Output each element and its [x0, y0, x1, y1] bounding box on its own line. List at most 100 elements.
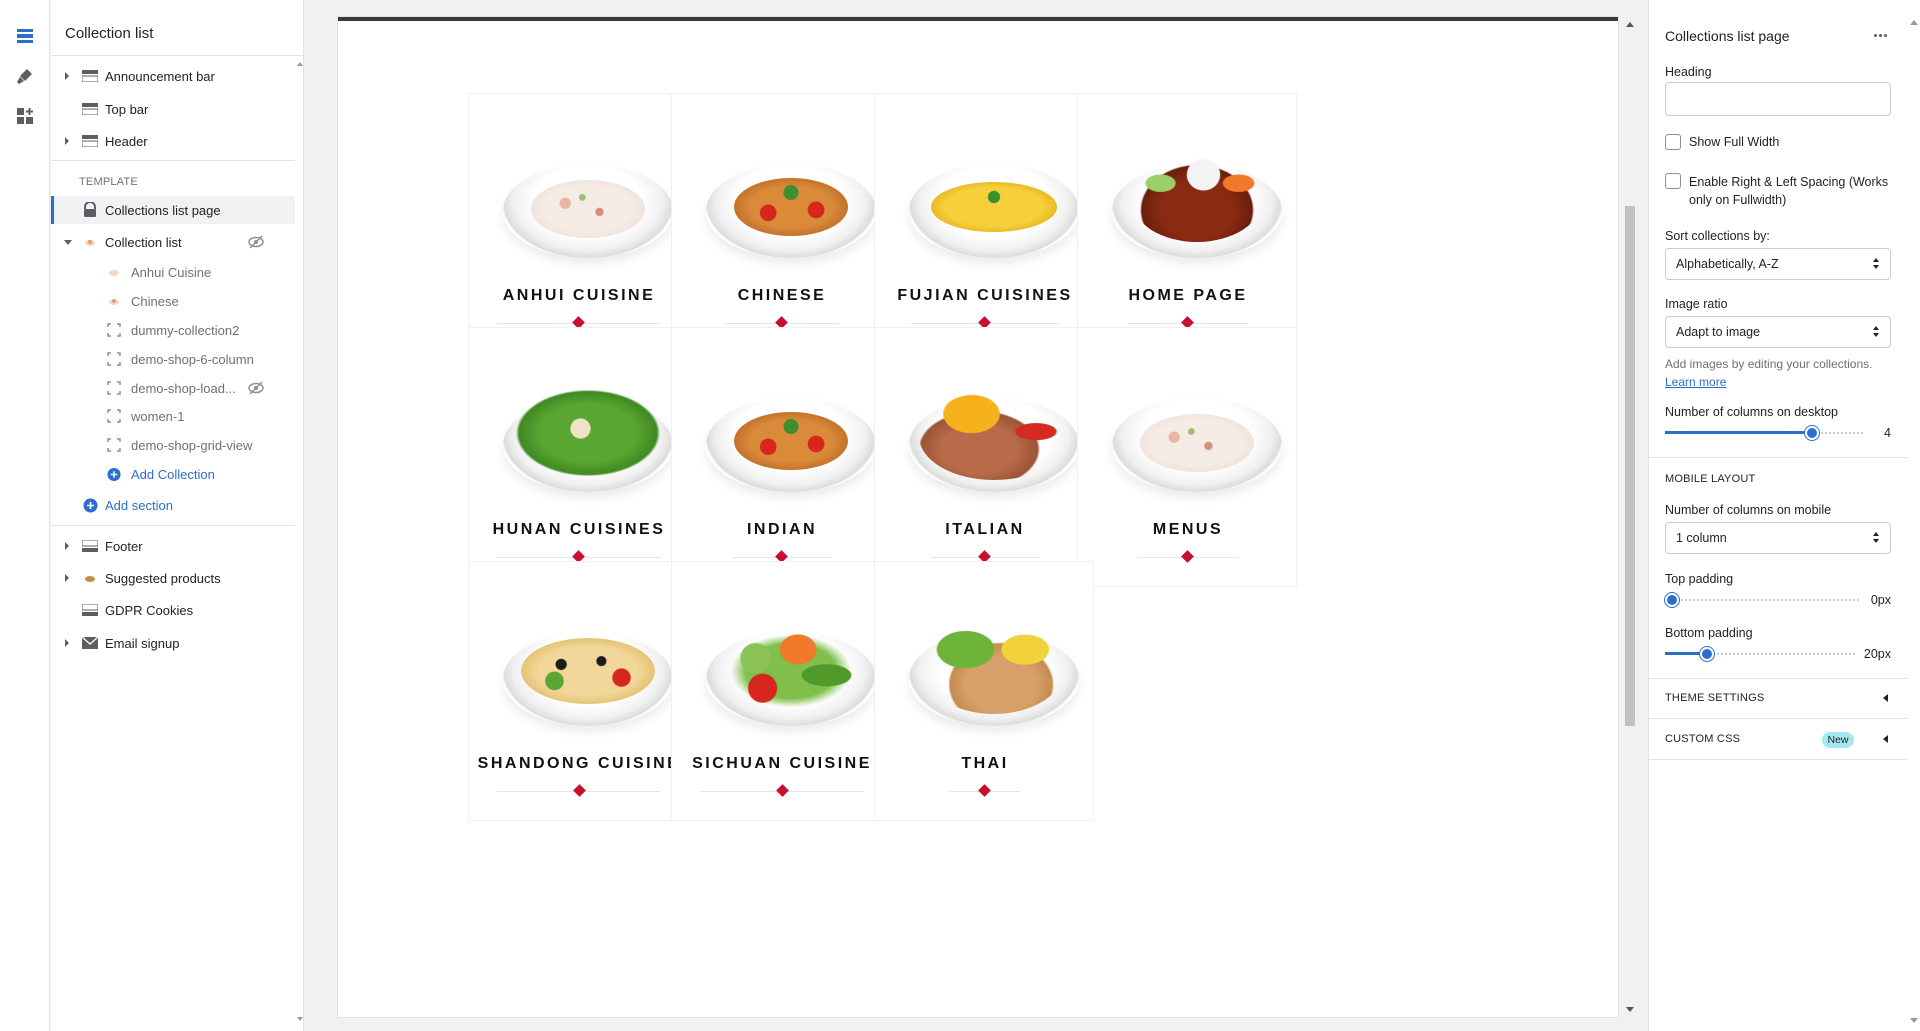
sidebar-item-collection-list[interactable]: Collection list	[51, 228, 295, 256]
sections-sidebar: Collection list Announcement bar Top bar…	[51, 0, 304, 1031]
divider	[1649, 678, 1908, 679]
caret-right-icon[interactable]	[65, 542, 69, 550]
collection-item-demo-shop-load[interactable]: demo-shop-load...	[51, 374, 295, 402]
sidebar-item-announcement-bar[interactable]: Announcement bar	[51, 62, 295, 90]
plus-circle-icon	[81, 498, 99, 512]
scrollbar-thumb[interactable]	[1625, 206, 1635, 726]
collection-thumb-icon	[107, 294, 121, 308]
sidebar-item-collections-list-page[interactable]: Collections list page	[51, 196, 295, 224]
slider-knob[interactable]	[1665, 593, 1679, 607]
caret-right-icon[interactable]	[65, 574, 69, 582]
collection-card[interactable]: HOME PAGE	[1077, 93, 1297, 353]
scroll-up-icon[interactable]	[1910, 20, 1918, 25]
collection-card[interactable]: ITALIAN	[874, 327, 1094, 587]
diamond-icon	[776, 784, 789, 797]
add-section-button[interactable]: Add section	[51, 491, 295, 519]
caret-down-icon[interactable]	[64, 239, 72, 245]
caret-right-icon[interactable]	[65, 137, 69, 145]
more-options-icon[interactable]	[1867, 26, 1893, 44]
sidebar-item-label: Collections list page	[105, 202, 221, 218]
collection-title: SICHUAN CUISINE	[692, 755, 872, 772]
scroll-down-icon[interactable]	[1626, 1007, 1634, 1012]
collection-card[interactable]: ANHUI CUISINE	[468, 93, 688, 353]
collection-card[interactable]: SICHUAN CUISINE	[671, 561, 891, 821]
collection-thumb-icon	[107, 265, 121, 279]
scroll-down-icon[interactable]	[1910, 1018, 1918, 1023]
collection-card[interactable]: FUJIAN CUISINES	[874, 93, 1094, 353]
eye-hidden-icon[interactable]	[247, 235, 265, 249]
preview-area: ANHUI CUISINE CHINESE FUJIAN CUISINES HO…	[305, 0, 1692, 1031]
collection-card[interactable]: MENUS	[1077, 327, 1297, 587]
sidebar-item-footer[interactable]: Footer	[51, 532, 295, 560]
scroll-up-icon[interactable]	[297, 62, 303, 66]
image-ratio-value: Adapt to image	[1676, 325, 1761, 339]
collection-card[interactable]: CHINESE	[671, 93, 891, 353]
collection-title: THAI	[961, 755, 1009, 772]
preview-scrollbar[interactable]	[1619, 16, 1641, 1018]
caret-right-icon[interactable]	[65, 72, 69, 80]
select-arrows-icon	[1872, 532, 1880, 544]
sidebar-item-label: Suggested products	[105, 570, 221, 586]
show-full-width-checkbox[interactable]	[1665, 134, 1681, 150]
columns-desktop-value: 4	[1884, 426, 1891, 440]
collection-title: ANHUI CUISINE	[502, 287, 656, 304]
add-section-label: Add section	[105, 497, 173, 513]
top-padding-slider[interactable]	[1665, 592, 1861, 608]
collection-item-label: demo-shop-grid-view	[131, 437, 253, 453]
collapse-left-icon[interactable]	[1883, 694, 1888, 702]
sidebar-item-label: Top bar	[105, 101, 149, 117]
sidebar-item-header[interactable]: Header	[51, 127, 295, 155]
new-badge: New	[1822, 732, 1854, 748]
heading-input[interactable]	[1665, 82, 1891, 116]
scroll-down-icon[interactable]	[297, 1017, 303, 1021]
section-icon	[81, 69, 99, 83]
sidebar-scrollbar[interactable]	[296, 56, 304, 1031]
collection-card[interactable]: HUNAN CUISINES	[468, 327, 688, 587]
divider	[51, 55, 304, 56]
scroll-up-icon[interactable]	[1626, 22, 1634, 27]
slider-knob[interactable]	[1805, 426, 1819, 440]
diamond-icon	[1181, 550, 1194, 563]
collection-item-demo-shop-grid-view[interactable]: demo-shop-grid-view	[51, 431, 295, 459]
sidebar-item-gdpr-cookies[interactable]: GDPR Cookies	[51, 596, 295, 624]
food-image	[909, 622, 1079, 726]
bottom-padding-slider[interactable]	[1665, 646, 1855, 662]
collection-item-chinese[interactable]: Chinese	[51, 287, 295, 315]
collection-item-demo-shop-6-column[interactable]: demo-shop-6-column	[51, 345, 295, 373]
collection-item-women-1[interactable]: women-1	[51, 402, 295, 430]
collection-title: MENUS	[1152, 521, 1224, 538]
learn-more-link[interactable]: Learn more	[1665, 375, 1726, 389]
theme-settings-brush-icon[interactable]	[13, 64, 37, 88]
caret-right-icon[interactable]	[65, 639, 69, 647]
sidebar-item-suggested-products[interactable]: Suggested products	[51, 564, 295, 592]
columns-desktop-slider[interactable]	[1665, 425, 1865, 441]
collection-item-anhui-cuisine[interactable]: Anhui Cuisine	[51, 258, 295, 286]
collapse-left-icon[interactable]	[1883, 735, 1888, 743]
food-image	[706, 398, 876, 492]
custom-css-heading[interactable]: CUSTOM CSS	[1665, 733, 1740, 745]
help-text-body: Add images by editing your collections.	[1665, 357, 1873, 371]
collection-card[interactable]: SHANDONG CUISINE	[468, 561, 688, 821]
collection-card[interactable]: INDIAN	[671, 327, 891, 587]
spacing-checkbox[interactable]	[1665, 173, 1681, 189]
columns-mobile-select[interactable]: 1 column	[1665, 522, 1891, 554]
collection-item-dummy-collection2[interactable]: dummy-collection2	[51, 316, 295, 344]
select-arrows-icon	[1872, 326, 1880, 338]
sort-select[interactable]: Alphabetically, A-Z	[1665, 248, 1891, 280]
food-image	[706, 164, 876, 258]
image-ratio-label: Image ratio	[1665, 297, 1728, 311]
theme-settings-heading[interactable]: THEME SETTINGS	[1665, 692, 1764, 704]
sidebar-item-top-bar[interactable]: Top bar	[51, 95, 295, 123]
image-ratio-select[interactable]: Adapt to image	[1665, 316, 1891, 348]
slider-knob[interactable]	[1700, 647, 1714, 661]
apps-icon[interactable]	[13, 104, 37, 128]
sections-icon[interactable]	[13, 24, 37, 48]
add-collection-button[interactable]: Add Collection	[51, 460, 295, 488]
collection-card[interactable]: THAI	[874, 561, 1094, 821]
sidebar-item-email-signup[interactable]: Email signup	[51, 629, 295, 657]
collection-item-label: demo-shop-load...	[131, 380, 236, 396]
eye-hidden-icon[interactable]	[247, 381, 265, 395]
collection-item-label: women-1	[131, 408, 185, 424]
empty-frame-icon	[107, 352, 121, 366]
settings-scrollbar[interactable]	[1908, 0, 1920, 1031]
